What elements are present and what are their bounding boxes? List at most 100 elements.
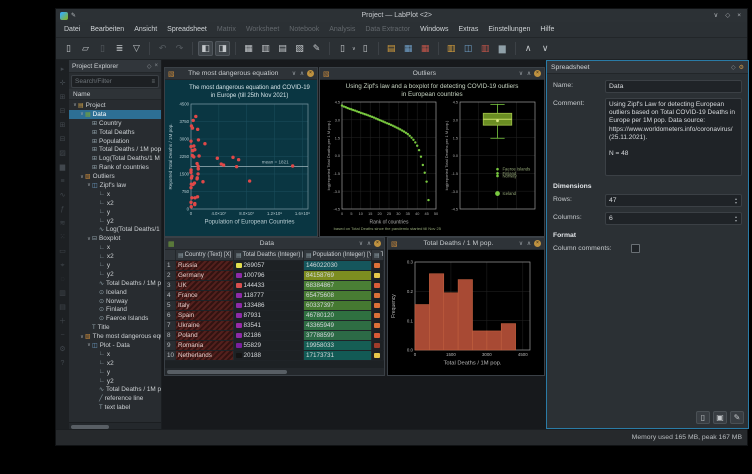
total-deaths-cell[interactable]: 82186 bbox=[234, 331, 304, 340]
row-number-cell[interactable]: 7 bbox=[165, 321, 176, 330]
tree-item-log-total-deaths-1-m-pop-[interactable]: ∿Log(Total Deaths/1 M pop.) bbox=[69, 225, 161, 234]
country-cell[interactable]: Romania bbox=[176, 341, 234, 350]
filter-options-icon[interactable]: ≡ bbox=[151, 79, 155, 85]
open-project-icon[interactable]: ▱ bbox=[78, 41, 93, 56]
tree-item-project[interactable]: ∨ ▤ Project bbox=[69, 101, 161, 110]
total-deaths-cell[interactable]: 118777 bbox=[234, 291, 304, 300]
tree-item-plot-data[interactable]: ∨ ◫ Plot - Data bbox=[69, 341, 161, 350]
worksheet-canvas-dangerous-equation[interactable]: 0 4.0×10⁷ 8.0×10⁷ 1.2×10⁸ 1.6×10⁸ 0 750 1500 225… bbox=[165, 80, 317, 236]
extra-column-cell[interactable] bbox=[372, 301, 384, 310]
row-number-cell[interactable]: 5 bbox=[165, 301, 176, 310]
tree-item-population[interactable]: ⊞ Population bbox=[69, 137, 161, 146]
extra-column-cell[interactable] bbox=[372, 321, 384, 330]
spreadsheet-window-data[interactable]: ▦ Data ∨ ∧ × ▤ Country (Text) [X] ▤ Total… bbox=[164, 237, 385, 376]
columns-spinbox[interactable]: 6 ▴ ▾ bbox=[605, 212, 742, 225]
boxplot-plot[interactable]: -4.5 -3.0 -1.5 0.0 1.5 3.0 4.5 log(reported Tot… bbox=[441, 98, 541, 236]
total-deaths-cell[interactable]: 269057 bbox=[234, 261, 304, 270]
extra-column-cell[interactable] bbox=[372, 331, 384, 340]
row-number-cell[interactable]: 4 bbox=[165, 291, 176, 300]
country-cell[interactable]: Russia bbox=[176, 261, 234, 270]
insert-row-above-icon[interactable]: ▤ bbox=[384, 41, 399, 56]
insert-row-below-icon[interactable]: ▦ bbox=[401, 41, 416, 56]
minimize-icon[interactable]: ∨ bbox=[713, 9, 718, 22]
import-sql-icon[interactable]: ▯ bbox=[358, 41, 373, 56]
dock-menu-icon[interactable]: ⚙ bbox=[739, 64, 744, 71]
extra-column-cell[interactable] bbox=[372, 351, 384, 360]
population-cell[interactable]: 146022030 bbox=[304, 261, 372, 270]
maximize-icon[interactable]: ∧ bbox=[365, 240, 373, 247]
select-tool-icon[interactable]: ▸ bbox=[61, 66, 65, 74]
country-cell[interactable]: Ukraine bbox=[176, 321, 234, 330]
menu-windows[interactable]: Windows bbox=[415, 24, 453, 35]
tree-item-total-deaths-1m-pop-[interactable]: ⊞ Total Deaths / 1M pop. bbox=[69, 145, 161, 154]
total-deaths-cell[interactable]: 144433 bbox=[234, 281, 304, 290]
new-project-icon[interactable]: ▯ bbox=[61, 41, 76, 56]
toggle-properties-icon[interactable]: ◨ bbox=[215, 41, 230, 56]
tree-item-total-deaths-1m-pop-[interactable]: ∿Total Deaths / 1M pop. bbox=[69, 386, 161, 395]
explorer-horizontal-scrollbar[interactable] bbox=[69, 422, 161, 429]
tree-item-text-label[interactable]: Ttext label bbox=[69, 403, 161, 412]
column-header-4[interactable]: ▤ Total Deaths / 1M pop. bbox=[372, 250, 384, 260]
sort-icon[interactable]: ≡ bbox=[60, 178, 64, 186]
extra-column-cell[interactable] bbox=[372, 261, 384, 270]
tree-item-zipf-s-law[interactable]: ∨ ◫ Zipf's law bbox=[69, 181, 161, 190]
zoom-out-icon[interactable]: − bbox=[60, 332, 64, 340]
total-deaths-cell[interactable]: 20188 bbox=[234, 351, 304, 360]
total-deaths-cell[interactable]: 55829 bbox=[234, 341, 304, 350]
insert-column-left-icon[interactable]: ▥ bbox=[444, 41, 459, 56]
population-cell[interactable]: 84158769 bbox=[304, 271, 372, 280]
name-field[interactable]: Data bbox=[605, 80, 742, 93]
help-icon[interactable]: ? bbox=[61, 360, 65, 368]
column-header-2[interactable]: ▤ Total Deaths (Integer) [Y] bbox=[234, 250, 304, 260]
sort-descending-icon[interactable]: ∨ bbox=[538, 41, 553, 56]
worksheet-window-outliers[interactable]: ▧ Outliers ∨ ∧ × Using Zipf's law and a … bbox=[319, 67, 545, 237]
crosshair-tool-icon[interactable]: ✛ bbox=[60, 80, 66, 88]
comment-field[interactable]: Using Zipf's Law for detecting European … bbox=[605, 98, 742, 176]
export-icon[interactable]: ▽ bbox=[129, 41, 144, 56]
tree-item-total-deaths[interactable]: ⊞ Total Deaths bbox=[69, 128, 161, 137]
population-cell[interactable]: 19958033 bbox=[304, 341, 372, 350]
population-cell[interactable]: 37788599 bbox=[304, 331, 372, 340]
remove-rows-icon[interactable]: ⊟ bbox=[60, 108, 66, 116]
go-to-cell-icon[interactable]: ⌖ bbox=[61, 262, 65, 270]
search-icon[interactable]: ◌ bbox=[60, 276, 64, 284]
maximize-icon[interactable]: ∧ bbox=[525, 70, 533, 77]
tree-name-column-header[interactable]: Name bbox=[69, 89, 161, 100]
window-titlebar[interactable]: ▦ Data ∨ ∧ × bbox=[165, 238, 384, 250]
country-cell[interactable]: Poland bbox=[176, 331, 234, 340]
worksheet-canvas-histogram[interactable]: 0 1500 3000 4500 0.0 0.1 0.2 0.3 Total Deaths / … bbox=[388, 250, 544, 375]
close-icon[interactable]: × bbox=[534, 240, 541, 247]
tree-item-x2[interactable]: ∟ x2 bbox=[69, 199, 161, 208]
population-cell[interactable]: 46780120 bbox=[304, 311, 372, 320]
window-titlebar[interactable]: ▧ Total Deaths / 1 M pop. ∨ ∧ × bbox=[388, 238, 544, 250]
population-cell[interactable]: 68384867 bbox=[304, 281, 372, 290]
tree-item-y2[interactable]: ∟ y2 bbox=[69, 270, 161, 279]
tree-item-log-total-deaths-1-m-pop-[interactable]: ⊞Log(Total Deaths/1 M pop.) bbox=[69, 154, 161, 163]
extra-column-cell[interactable] bbox=[372, 281, 384, 290]
total-deaths-cell[interactable]: 83541 bbox=[234, 321, 304, 330]
remove-rows-icon[interactable]: ▦ bbox=[418, 41, 433, 56]
close-icon[interactable]: × bbox=[534, 70, 541, 77]
column-header-3[interactable]: ▤ Population (Integer) [Y] bbox=[304, 250, 372, 260]
sort-ascending-icon[interactable]: ∧ bbox=[521, 41, 536, 56]
tree-item-y[interactable]: ∟ y bbox=[69, 368, 161, 377]
tree-item-reference-line[interactable]: ╱ reference line bbox=[69, 394, 161, 403]
window-titlebar[interactable]: ▧ Outliers ∨ ∧ × bbox=[320, 68, 544, 80]
population-cell[interactable]: 65475608 bbox=[304, 291, 372, 300]
plot-data-icon[interactable]: ∿ bbox=[60, 192, 66, 200]
search-input[interactable]: Search/Filter ≡ bbox=[71, 75, 159, 88]
tree-item-title[interactable]: T Title bbox=[69, 323, 161, 332]
equidistant-values-icon[interactable]: ≋ bbox=[60, 220, 66, 228]
tree-item-rank-of-countries[interactable]: ⊞ Rank of countries bbox=[69, 163, 161, 172]
import-dropdown-icon[interactable]: ∨ bbox=[352, 46, 356, 52]
row-format-icon[interactable]: ▤ bbox=[59, 304, 66, 312]
close-dock-icon[interactable]: × bbox=[154, 63, 158, 69]
import-file-icon[interactable]: ▯ bbox=[335, 41, 350, 56]
shade-icon[interactable]: ∨ bbox=[357, 240, 365, 247]
rows-spinbox[interactable]: 47 ▴ ▾ bbox=[605, 194, 742, 207]
toggle-project-explorer-icon[interactable]: ◧ bbox=[198, 41, 213, 56]
country-cell[interactable]: France bbox=[176, 291, 234, 300]
float-dock-icon[interactable]: ◇ bbox=[147, 63, 152, 70]
menu-datei[interactable]: Datei bbox=[59, 24, 85, 35]
population-cell[interactable]: 60337397 bbox=[304, 301, 372, 310]
